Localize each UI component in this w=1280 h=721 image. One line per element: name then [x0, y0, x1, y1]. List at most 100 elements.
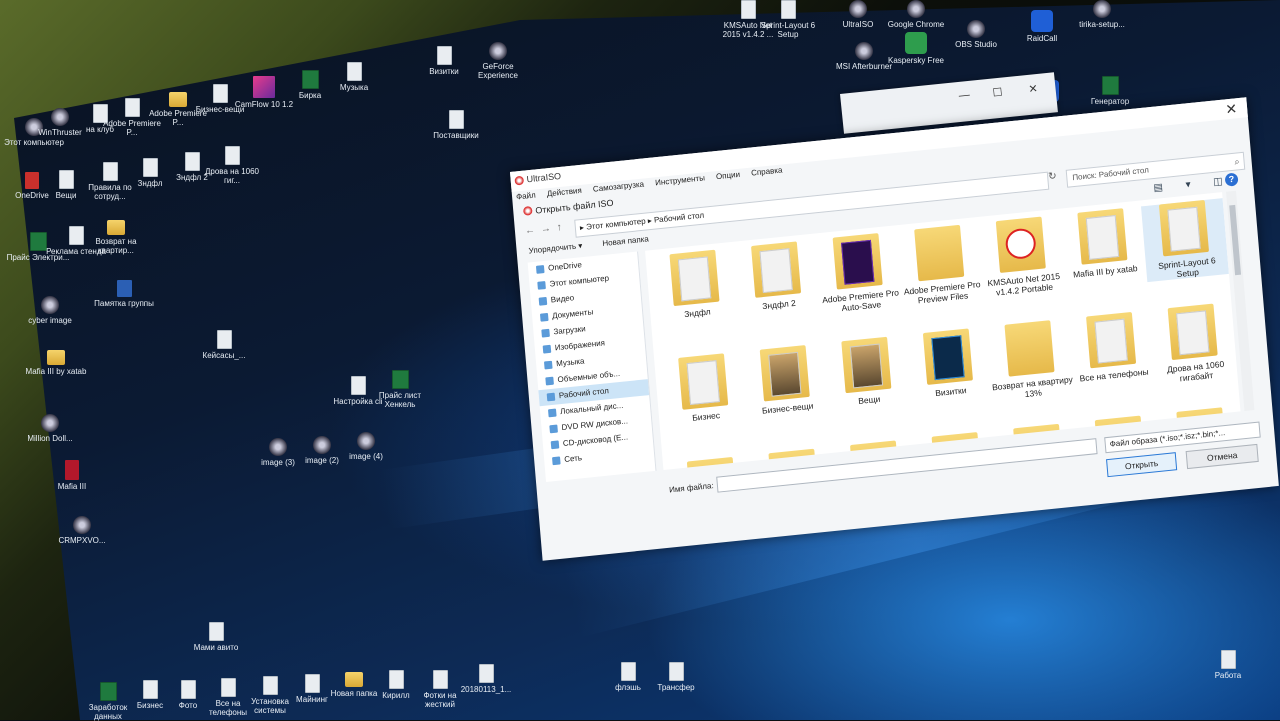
desktop-icon-label: Кирилл	[382, 691, 410, 700]
file-item[interactable]: Визитки	[905, 327, 992, 401]
folder-icon	[107, 220, 125, 235]
file-item-label: Возврат на квартиру 13%	[991, 374, 1074, 400]
file-item[interactable]: KMSAuto Net 2015 v1.4.2 Portable	[978, 215, 1066, 299]
desktop-icon[interactable]: Кейсасы_...	[192, 330, 256, 360]
file-item[interactable]: Бизнес-вещи	[742, 343, 829, 417]
desktop-icon-label: Визитки	[429, 67, 459, 76]
file-item[interactable]: Sprint-Layout 6 Setup	[1140, 198, 1229, 283]
file-item[interactable]: Дрова на 1060 гигабайт	[1150, 302, 1238, 386]
desktop-icon[interactable]: Мами авито	[184, 622, 248, 652]
desktop-icon[interactable]: tirika-setup...	[1070, 0, 1134, 29]
folder-icon	[47, 350, 65, 365]
minimize-button[interactable]: —	[958, 89, 970, 102]
desktop-icon-label: Mafia III by xatab	[25, 367, 87, 376]
desktop-icon-label: Бирка	[298, 91, 322, 100]
file-item[interactable]	[669, 455, 755, 471]
file-item-label: Sprint-Layout 6 Setup	[1157, 255, 1216, 280]
folder-icon	[922, 328, 973, 385]
up-arrow-icon[interactable]: ↑	[556, 221, 568, 233]
file-item[interactable]: Adobe Premiere Pro Preview Files	[896, 223, 984, 307]
folder-icon	[678, 353, 729, 410]
file-icon	[668, 662, 684, 681]
file-icon	[208, 622, 224, 641]
desktop-icon[interactable]: Mafia III	[40, 460, 104, 491]
file-icon	[448, 110, 464, 129]
open-button[interactable]: Открыть	[1106, 452, 1178, 478]
desktop-icon[interactable]: OBS Studio	[944, 20, 1008, 49]
file-icon	[432, 670, 448, 689]
desktop-icon[interactable]: Sprint-Layout 6 Setup	[756, 0, 820, 39]
desktop-icon[interactable]: RaidCall	[1010, 10, 1074, 43]
folder-preview	[677, 256, 712, 302]
desktop-icon[interactable]: Генератор	[1078, 76, 1142, 106]
maximize-button[interactable]: ☐	[992, 86, 1003, 100]
desktop-icon-label: CRMPXVO...	[58, 536, 106, 545]
desktop-icon[interactable]: image (4)	[334, 432, 398, 461]
file-item[interactable]: Зндфл 2	[733, 240, 820, 314]
desktop-icon[interactable]: Поставщики	[424, 110, 488, 140]
navpane-item-label: Рабочий стол	[558, 386, 610, 401]
desktop-icon[interactable]: Памятка группы	[92, 280, 156, 308]
app-icon	[1093, 0, 1111, 18]
desktop-icon[interactable]: 20180113_1...	[454, 664, 518, 694]
refresh-icon[interactable]: ↻	[1048, 171, 1057, 183]
excel-icon	[1101, 76, 1119, 95]
file-item[interactable]: Вещи	[823, 335, 910, 409]
folder-icon	[169, 92, 187, 107]
desktop-icon[interactable]: CRMPXVO...	[50, 516, 114, 545]
menu-help[interactable]: Справка	[751, 165, 783, 177]
forward-arrow-icon[interactable]: →	[540, 223, 557, 236]
desktop-icon-label: Sprint-Layout 6 Setup	[760, 21, 816, 39]
desktop-icon-label: CamFlow 10 1.2	[234, 100, 294, 109]
desktop-icon[interactable]: Возврат на квартир...	[84, 220, 148, 255]
new-folder-button[interactable]: Новая папка	[602, 234, 649, 248]
organize-button[interactable]: Упорядочить ▾	[528, 241, 582, 255]
desktop-icon[interactable]: UltraISO	[826, 0, 890, 29]
menu-options[interactable]: Опции	[716, 170, 741, 181]
file-item[interactable]: Adobe Premiere Pro Auto-Save	[815, 231, 903, 315]
folder-icon	[1004, 320, 1055, 377]
back-arrow-icon[interactable]: ←	[525, 224, 542, 237]
file-item[interactable]: Зндфл	[652, 248, 739, 322]
file-item[interactable]: Все на телефоны	[1068, 310, 1155, 384]
menu-file[interactable]: Файл	[516, 191, 536, 202]
file-item-label: Бизнес	[691, 410, 721, 423]
desktop-icon[interactable]: Прайс лист Хенкель	[368, 370, 432, 409]
desktop-icon[interactable]: GeForce Experience	[466, 42, 530, 80]
help-icon[interactable]: ?	[1224, 172, 1239, 187]
desktop-icon[interactable]: Дрова на 1060 гиг...	[200, 146, 264, 185]
desktop-icon[interactable]: Трансфер	[644, 662, 708, 692]
desktop-icon[interactable]: Mafia III by xatab	[24, 350, 88, 376]
file-item-label: Бизнес-вещи	[761, 400, 814, 416]
nav-buttons: ←→↑	[525, 221, 569, 236]
file-icon	[346, 62, 362, 81]
folder-preview	[1167, 206, 1201, 252]
file-icon	[68, 226, 84, 245]
red-icon	[65, 460, 79, 480]
desktop-icon[interactable]: Million Doll...	[18, 414, 82, 443]
file-item[interactable]: Возврат на квартиру 13%	[987, 318, 1075, 402]
folder-icon	[541, 328, 550, 338]
scrollbar-thumb[interactable]	[1229, 204, 1242, 276]
desktop-icon[interactable]: cyber image	[18, 296, 82, 325]
file-icon	[350, 376, 366, 395]
desktop-icon-label: Million Doll...	[27, 434, 73, 443]
dialog-close-button[interactable]: ✕	[1225, 100, 1238, 118]
folder-preview	[849, 343, 884, 389]
folder-icon	[537, 280, 546, 290]
folder-preview	[1094, 318, 1128, 364]
desktop-icon[interactable]: Музыка	[322, 62, 386, 92]
desktop-icon[interactable]: Google Chrome	[884, 0, 948, 29]
file-item-label: Adobe Premiere Pro Preview Files	[903, 279, 981, 306]
file-icon	[304, 674, 320, 693]
desktop-icon-label: cyber image	[28, 316, 72, 325]
cancel-button[interactable]: Отмена	[1185, 443, 1259, 470]
file-item[interactable]: Mafia III by xatab	[1059, 206, 1146, 280]
file-icon	[180, 680, 196, 699]
folder-icon	[547, 408, 557, 418]
desktop-icon[interactable]: Kaspersky Free	[884, 32, 948, 65]
green-icon	[905, 32, 927, 54]
file-item[interactable]: Бизнес	[660, 351, 747, 425]
close-button[interactable]: ✕	[1028, 82, 1038, 96]
desktop-icon[interactable]: Работа	[1196, 650, 1260, 680]
